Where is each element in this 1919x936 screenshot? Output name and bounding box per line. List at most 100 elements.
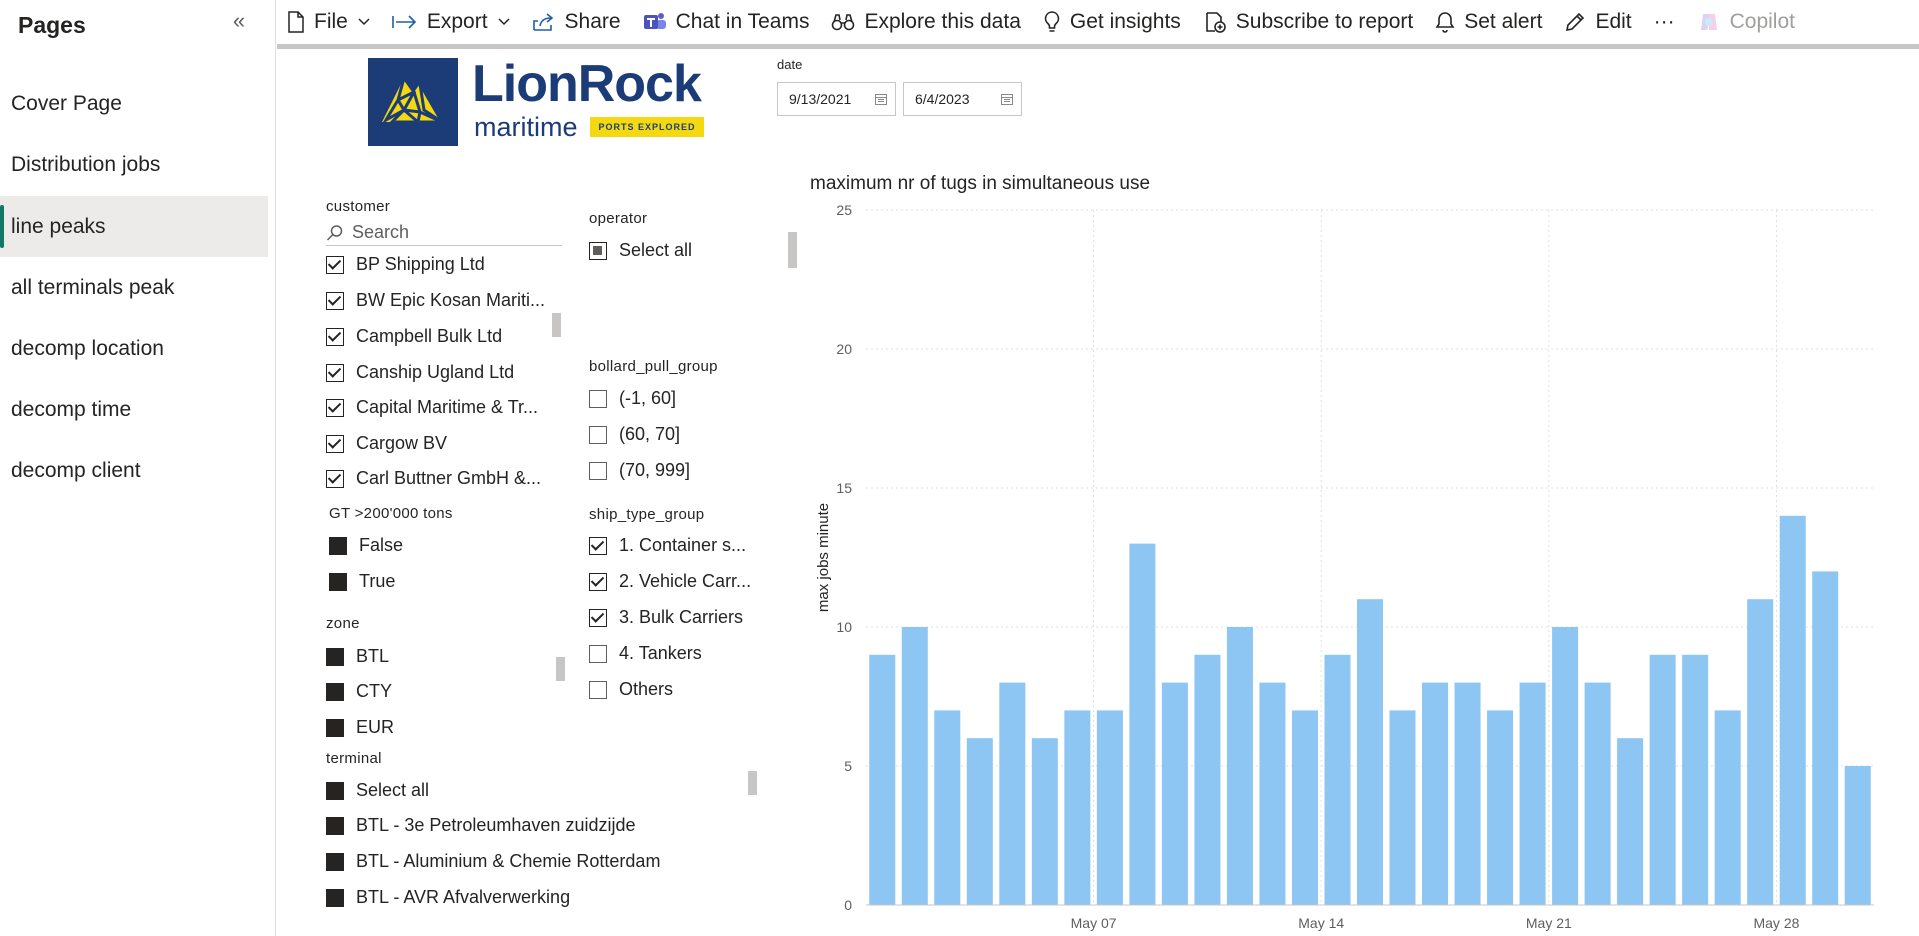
bollard-option[interactable]: (70, 999]	[589, 460, 690, 481]
bollard-option[interactable]: (60, 70]	[589, 424, 680, 445]
bar[interactable]	[1714, 710, 1741, 905]
calendar-icon[interactable]	[1001, 93, 1013, 105]
set-alert-button[interactable]: Set alert	[1424, 0, 1553, 44]
customer-option[interactable]: BW Epic Kosan Mariti...	[326, 290, 545, 311]
page-item-distribution-jobs[interactable]: Distribution jobs	[0, 134, 268, 195]
customer-option[interactable]: Campbell Bulk Ltd	[326, 326, 502, 347]
page-item-decomp-time[interactable]: decomp time	[0, 379, 268, 440]
bar[interactable]	[1812, 571, 1839, 905]
bar[interactable]	[1064, 710, 1091, 905]
bar[interactable]	[1682, 654, 1709, 905]
zone-option[interactable]: BTL	[326, 646, 389, 667]
bar[interactable]	[1584, 682, 1611, 905]
customer-search-input[interactable]: Search	[326, 220, 562, 246]
bar[interactable]	[1779, 515, 1806, 905]
checkbox[interactable]	[326, 852, 344, 871]
terminal-option[interactable]: BTL - 3e Petroleumhaven zuidzijde	[326, 815, 635, 836]
bar[interactable]	[1649, 654, 1676, 905]
customer-scrollbar[interactable]	[552, 313, 561, 337]
page-item-decomp-location[interactable]: decomp location	[0, 318, 268, 379]
checkbox[interactable]	[329, 572, 347, 591]
bar[interactable]	[1031, 738, 1058, 905]
bar[interactable]	[1324, 654, 1351, 905]
checkbox-unchecked[interactable]	[589, 680, 607, 699]
customer-option[interactable]: Carl Buttner GmbH &...	[326, 468, 541, 489]
bar[interactable]	[1454, 682, 1481, 905]
zone-option[interactable]: CTY	[326, 681, 392, 702]
gt-option[interactable]: True	[329, 571, 395, 592]
customer-option[interactable]: Canship Ugland Ltd	[326, 362, 514, 383]
share-button[interactable]: Share	[521, 0, 632, 44]
checkbox[interactable]	[326, 682, 344, 701]
bar[interactable]	[1161, 682, 1188, 905]
get-insights-button[interactable]: Get insights	[1032, 0, 1192, 44]
collapse-pane-button[interactable]: «	[226, 8, 252, 34]
checkbox-checked[interactable]	[589, 572, 607, 591]
checkbox-checked[interactable]	[326, 398, 344, 417]
chat-in-teams-button[interactable]: Chat in Teams	[632, 0, 821, 44]
export-menu[interactable]: Export	[381, 0, 521, 44]
bar[interactable]	[934, 710, 961, 905]
explore-data-button[interactable]: Explore this data	[820, 0, 1031, 44]
terminal-option[interactable]: BTL - AVR Afvalverwerking	[326, 887, 570, 908]
checkbox[interactable]	[326, 718, 344, 737]
operator-scrollbar[interactable]	[788, 232, 797, 268]
zone-scrollbar[interactable]	[556, 657, 565, 681]
bar[interactable]	[1487, 710, 1514, 905]
checkbox-unchecked[interactable]	[589, 389, 607, 408]
tugs-bar-chart[interactable]: 0 5 10 15 20 25 max jobs minute May 07 May 14 May…	[800, 200, 1880, 936]
calendar-icon[interactable]	[875, 93, 887, 105]
terminal-scrollbar[interactable]	[748, 771, 757, 795]
edit-button[interactable]: Edit	[1553, 0, 1642, 44]
ship-type-option[interactable]: 3. Bulk Carriers	[589, 607, 743, 628]
checkbox[interactable]	[326, 781, 344, 800]
terminal-option[interactable]: BTL - Aluminium & Chemie Rotterdam	[326, 851, 660, 872]
customer-option[interactable]: Capital Maritime & Tr...	[326, 397, 538, 418]
customer-option[interactable]: Cargow BV	[326, 433, 447, 454]
copilot-button[interactable]: Copilot	[1686, 0, 1806, 44]
terminal-option[interactable]: Select all	[326, 780, 429, 801]
bar[interactable]	[1519, 682, 1546, 905]
checkbox-checked[interactable]	[326, 327, 344, 346]
page-item-all-terminals-peak[interactable]: all terminals peak	[0, 257, 268, 318]
checkbox[interactable]	[326, 647, 344, 666]
checkbox-checked[interactable]	[326, 255, 344, 274]
bar[interactable]	[1096, 710, 1123, 905]
bar[interactable]	[966, 738, 993, 905]
bar[interactable]	[1226, 627, 1253, 905]
bar[interactable]	[1617, 738, 1644, 905]
checkbox-unchecked[interactable]	[589, 425, 607, 444]
bar[interactable]	[1422, 682, 1449, 905]
gt-option[interactable]: False	[329, 535, 403, 556]
bar[interactable]	[901, 627, 928, 905]
page-item-cover-page[interactable]: Cover Page	[0, 73, 268, 134]
operator-option[interactable]: Select all	[589, 240, 692, 261]
bar[interactable]	[1259, 682, 1286, 905]
checkbox-unchecked[interactable]	[589, 461, 607, 480]
ship-type-option[interactable]: 4. Tankers	[589, 643, 702, 664]
more-options-button[interactable]: ···	[1643, 0, 1686, 44]
customer-option[interactable]: BP Shipping Ltd	[326, 254, 485, 275]
checkbox[interactable]	[326, 888, 344, 907]
date-start-input[interactable]: 9/13/2021	[777, 82, 896, 116]
bar[interactable]	[999, 682, 1026, 905]
checkbox-checked[interactable]	[326, 469, 344, 488]
checkbox-partial[interactable]	[589, 241, 607, 260]
checkbox-checked[interactable]	[326, 434, 344, 453]
bar[interactable]	[1356, 599, 1384, 905]
page-item-decomp-client[interactable]: decomp client	[0, 440, 268, 501]
checkbox-unchecked[interactable]	[589, 644, 607, 663]
checkbox-checked[interactable]	[326, 363, 344, 382]
bar[interactable]	[1291, 710, 1318, 905]
ship-type-option[interactable]: Others	[589, 679, 673, 700]
checkbox-checked[interactable]	[326, 291, 344, 310]
bar[interactable]	[1844, 766, 1871, 905]
bar[interactable]	[1129, 543, 1156, 905]
date-end-input[interactable]: 6/4/2023	[903, 82, 1022, 116]
bar[interactable]	[869, 654, 896, 905]
ship-type-option[interactable]: 1. Container s...	[589, 535, 746, 556]
bar[interactable]	[1552, 627, 1579, 905]
bar[interactable]	[1389, 710, 1416, 905]
bollard-option[interactable]: (-1, 60]	[589, 388, 676, 409]
subscribe-button[interactable]: Subscribe to report	[1192, 0, 1424, 44]
